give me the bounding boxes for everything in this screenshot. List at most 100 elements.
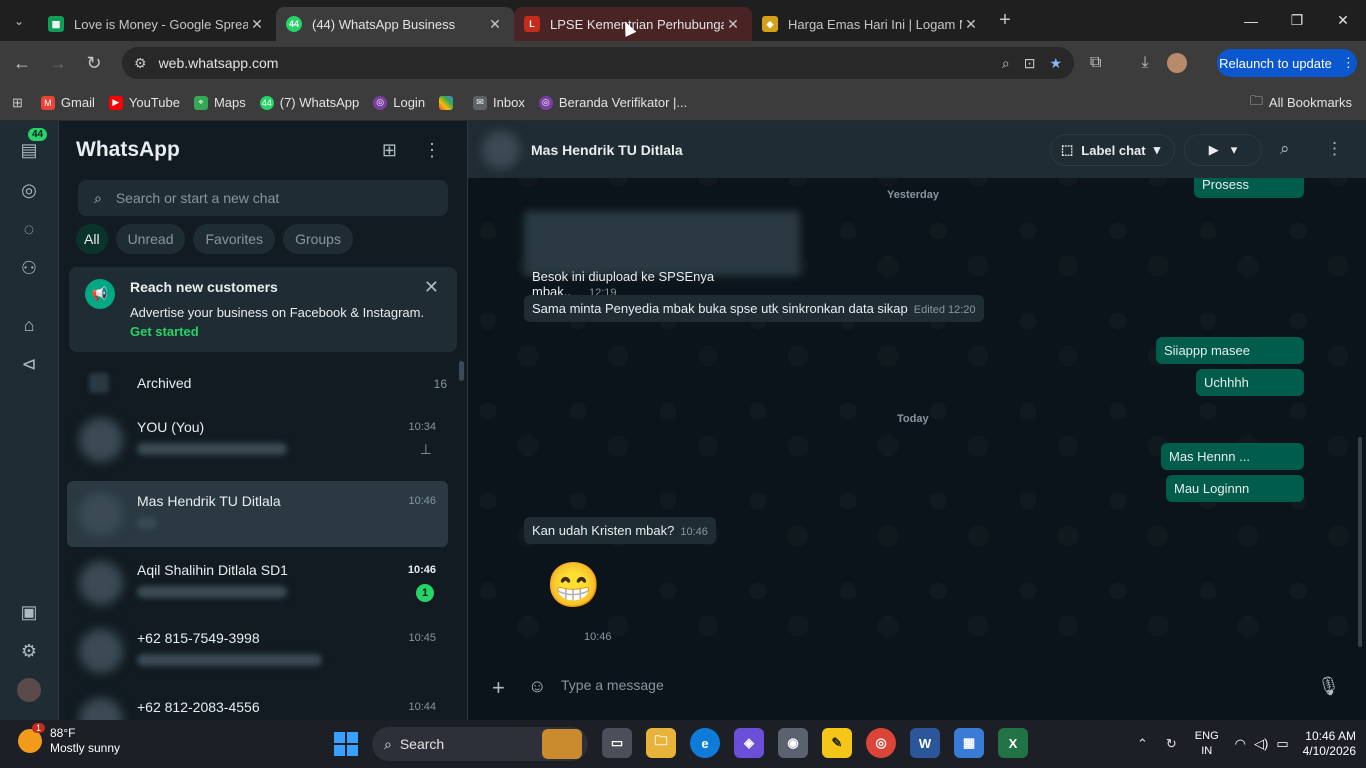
message-outgoing[interactable]: Siiappp masee [1156, 337, 1304, 364]
sticky-notes-icon[interactable]: ✎ [822, 728, 852, 758]
forward-icon[interactable]: → [40, 53, 76, 74]
taskbar: 1 88°F Mostly sunny ⌕ Search ▭ 🗀 e ◈ ◉ ✎ … [0, 720, 1366, 768]
get-started-link[interactable]: Get started [130, 324, 199, 339]
status-icon[interactable]: ◎ [17, 178, 41, 202]
chrome-icon[interactable]: ◎ [866, 728, 896, 758]
wifi-icon[interactable]: ◠ [1235, 736, 1246, 752]
scrollbar[interactable] [1358, 437, 1362, 647]
apps-icon[interactable]: ⊞ [12, 95, 23, 111]
chats-icon[interactable]: ▤ [17, 138, 41, 162]
start-button[interactable] [334, 732, 358, 756]
filter-unread[interactable]: Unread [115, 224, 186, 254]
message-outgoing[interactable]: Mas Hennn ... [1161, 443, 1304, 470]
taskbar-search[interactable]: ⌕ Search [372, 727, 588, 761]
clock[interactable]: 10:46 AM 4/10/2026 [1303, 729, 1356, 759]
filter-groups[interactable]: Groups [283, 224, 353, 254]
camera-icon[interactable]: ◉ [778, 728, 808, 758]
bookmark-maps[interactable]: ⌖ Maps [193, 95, 246, 110]
new-chat-icon[interactable]: ⊞ [382, 140, 397, 161]
communities-icon[interactable]: ⚇ [17, 256, 41, 280]
url-field[interactable]: ⚙ web.whatsapp.com ⌕ ⊡ ★ [122, 47, 1074, 79]
ads-icon[interactable]: ⊲ [17, 352, 41, 376]
back-icon[interactable]: ← [4, 53, 40, 74]
close-window-button[interactable]: ✕ [1320, 0, 1366, 41]
calculator-icon[interactable]: ▦ [954, 728, 984, 758]
file-explorer-icon[interactable]: 🗀 [646, 728, 676, 758]
language-indicator[interactable]: ENG IN [1195, 729, 1219, 759]
media-icon[interactable]: ▣ [17, 600, 41, 624]
bookmark-youtube[interactable]: ▶ YouTube [108, 95, 180, 110]
new-tab-button[interactable]: + [990, 9, 1020, 32]
volume-icon[interactable]: ◁) [1254, 736, 1268, 752]
microphone-icon[interactable]: 🎙 [1317, 676, 1340, 697]
excel-icon[interactable]: X [998, 728, 1028, 758]
close-icon[interactable]: ✕ [962, 16, 980, 33]
catalog-icon[interactable]: ⌂ [17, 313, 41, 337]
contact-avatar[interactable] [482, 131, 520, 169]
close-icon[interactable]: ✕ [486, 16, 504, 33]
reload-icon[interactable]: ↻ [76, 53, 112, 74]
profile-avatar[interactable] [1166, 53, 1187, 73]
bookmark-star-icon[interactable]: ★ [1049, 55, 1062, 72]
site-info-icon[interactable]: ⚙ [134, 55, 147, 72]
video-call-button[interactable]: ▶ ▾ [1184, 134, 1262, 166]
install-app-icon[interactable]: ⊡ [1024, 55, 1036, 72]
maximize-button[interactable]: ❐ [1274, 0, 1320, 41]
battery-icon[interactable]: ▭ [1276, 736, 1288, 752]
chat-item[interactable]: +62 815-7549-3998 10:45 [67, 618, 448, 684]
copilot-icon[interactable]: ◈ [734, 728, 764, 758]
close-icon[interactable]: ✕ [248, 16, 266, 33]
word-icon[interactable]: W [910, 728, 940, 758]
attach-icon[interactable]: + [492, 675, 505, 701]
tab-title: LPSE Kementrian Perhubungan [550, 16, 724, 32]
settings-icon[interactable]: ⚙ [17, 639, 41, 663]
close-icon[interactable]: ✕ [724, 16, 742, 33]
sticker-icon[interactable]: ☺ [528, 676, 546, 697]
edge-icon[interactable]: e [690, 728, 720, 758]
close-icon[interactable]: ✕ [424, 277, 439, 298]
contact-name[interactable]: Mas Hendrik TU Ditlala [531, 142, 683, 158]
message-input[interactable]: Type a message [561, 677, 664, 693]
archived-row[interactable]: Archived 16 [67, 365, 447, 401]
search-input[interactable]: ⌕ Search or start a new chat [78, 180, 448, 216]
message-outgoing[interactable]: Uchhhh [1196, 369, 1304, 396]
sync-icon[interactable]: ↻ [1166, 736, 1177, 752]
bookmark-whatsapp[interactable]: 44 (7) WhatsApp [259, 95, 359, 110]
app-title: WhatsApp [76, 138, 180, 161]
filter-all[interactable]: All [76, 224, 108, 254]
download-icon[interactable]: ⤓ [1141, 54, 1148, 72]
clock-time: 10:46 AM [1305, 729, 1356, 743]
bookmark-login[interactable]: ◎ Login [373, 95, 425, 110]
tab-gold-price[interactable]: ◆ Harga Emas Hari Ini | Logam Mulia ✕ [752, 7, 990, 41]
chat-item[interactable]: YOU (You) 10:34 ⊥ [67, 407, 448, 473]
relaunch-button[interactable]: Relaunch to update ⋮ [1217, 49, 1357, 77]
menu-icon[interactable]: ⋮ [1326, 139, 1343, 159]
zoom-icon[interactable]: ⌕ [1002, 55, 1010, 72]
tab-search-button[interactable]: ⌄ [0, 0, 38, 41]
chat-item[interactable]: Mas Hendrik TU Ditlala 10:46 [67, 481, 448, 547]
bookmark-gmail[interactable]: M Gmail [40, 95, 95, 110]
all-bookmarks[interactable]: 🗀 All Bookmarks [1250, 92, 1352, 114]
chevron-up-icon[interactable]: ⌃ [1137, 736, 1148, 752]
filter-favorites[interactable]: Favorites [193, 224, 276, 254]
task-view-icon[interactable]: ▭ [602, 728, 632, 758]
weather-widget[interactable]: 1 88°F Mostly sunny [18, 723, 120, 756]
label-chat-button[interactable]: ⬚ Label chat ▾ [1050, 134, 1175, 166]
scrollbar[interactable] [459, 361, 464, 381]
tab-whatsapp[interactable]: 44 (44) WhatsApp Business ✕ [276, 7, 514, 41]
tab-spreadsheet[interactable]: ▦ Love is Money - Google Spreadsheets ✕ [38, 7, 276, 41]
bookmark-photos[interactable] [439, 95, 459, 110]
message-outgoing[interactable]: Mau Loginnn [1166, 475, 1304, 502]
channels-icon[interactable]: ◌ [17, 217, 41, 241]
bookmark-inbox[interactable]: ✉ Inbox [473, 95, 525, 110]
chat-item[interactable]: Aqil Shalihin Ditlala SD1 10:46 1 [67, 550, 448, 616]
menu-icon[interactable]: ⋮ [423, 140, 441, 161]
bookmark-verifikator[interactable]: ◎ Beranda Verifikator |... [538, 95, 687, 110]
message-incoming[interactable]: Sama minta Penyedia mbak buka spse utk s… [524, 295, 984, 322]
profile-avatar[interactable] [17, 678, 41, 702]
search-icon[interactable]: ⌕ [1280, 139, 1290, 159]
emoji-message[interactable]: 😁 [546, 559, 601, 611]
message-incoming[interactable]: Kan udah Kristen mbak? 10:46 [524, 517, 716, 544]
extensions-icon[interactable]: ⧉ [1090, 54, 1101, 72]
minimize-button[interactable]: — [1228, 0, 1274, 41]
